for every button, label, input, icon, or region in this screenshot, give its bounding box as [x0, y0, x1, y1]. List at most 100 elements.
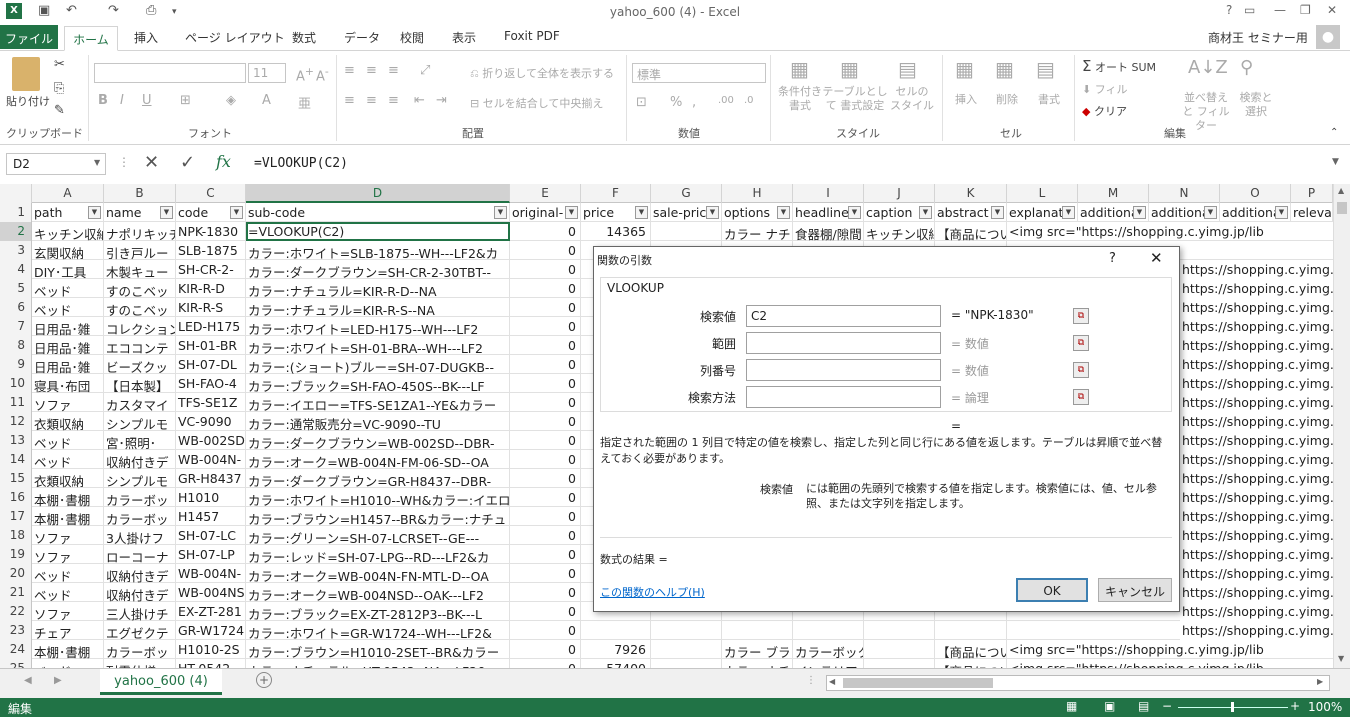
sheet-next-icon[interactable]: ▶ [54, 675, 62, 686]
cell-G[interactable] [651, 621, 722, 640]
cell-D[interactable]: カラー:ナチュラル=HT-0542--NA---LF2& [246, 659, 510, 668]
row-header[interactable]: 16 [0, 488, 32, 507]
cell-A[interactable]: チェア [32, 621, 104, 640]
cell-A[interactable]: 玄関収納 [32, 241, 104, 260]
cell-B[interactable]: ナポリキッチ [104, 222, 176, 241]
zoom-in-icon[interactable]: + [1290, 699, 1300, 713]
font-color-icon[interactable]: A [262, 93, 271, 108]
column-header-O[interactable]: O [1220, 184, 1291, 203]
cell-B[interactable]: 三人掛けチ [104, 602, 176, 621]
cell-E[interactable]: 0 [510, 526, 581, 545]
sort-filter-button[interactable]: 並べ替えと フィルター [1180, 91, 1232, 133]
cell-A[interactable]: ベッド [32, 564, 104, 583]
hscroll-thumb[interactable] [843, 678, 993, 688]
row-header[interactable]: 4 [0, 260, 32, 279]
row-header[interactable]: 2 [0, 222, 32, 241]
cell-L[interactable]: <img src="https://shopping.c.yimg.jp/lib [1007, 659, 1333, 668]
cell-E[interactable]: 0 [510, 488, 581, 507]
cell-C[interactable]: SH-07-LP [176, 545, 246, 564]
cell-E[interactable]: 0 [510, 317, 581, 336]
filter-dropdown-icon[interactable]: ▼ [1133, 206, 1146, 219]
header-cell-K[interactable]: abstract ▼ [935, 203, 1007, 222]
header-cell-C[interactable]: code ▼ [176, 203, 246, 222]
format-painter-icon[interactable]: ✎ [54, 103, 65, 118]
column-header-F[interactable]: F [581, 184, 651, 203]
row-header[interactable]: 24 [0, 640, 32, 659]
cell-E[interactable]: 0 [510, 545, 581, 564]
cell-partial-url[interactable]: https://shopping.c.yimg.jp/lib [1180, 374, 1333, 393]
filter-dropdown-icon[interactable]: ▼ [777, 206, 790, 219]
cell-D[interactable]: カラー:イエロー=TFS-SE1ZA1--YE&カラー [246, 393, 510, 412]
cell-E[interactable]: 0 [510, 659, 581, 668]
range-select-icon[interactable]: ⧉ [1073, 308, 1089, 324]
column-header-N[interactable]: N [1149, 184, 1220, 203]
cell-partial-url[interactable]: https://shopping.c.yimg.jp/lib [1180, 317, 1333, 336]
column-header-L[interactable]: L [1007, 184, 1078, 203]
row-header[interactable]: 25 [0, 659, 32, 668]
row-header[interactable]: 21 [0, 583, 32, 602]
cell-D[interactable]: カラー:ブラウン=H1457--BR&カラー:ナチュ [246, 507, 510, 526]
normal-view-icon[interactable]: ▦ [1066, 699, 1077, 713]
align-left-icon[interactable]: ≡ [344, 93, 355, 108]
row-header[interactable]: 13 [0, 431, 32, 450]
cell-L[interactable]: <img src="https://shopping.c.yimg.jp/lib [1007, 640, 1333, 659]
collapse-ribbon-icon[interactable]: ⌃ [1330, 127, 1338, 138]
filter-dropdown-icon[interactable]: ▼ [635, 206, 648, 219]
cell-D[interactable]: カラー:ブラック=SH-FAO-450S--BK---LF [246, 374, 510, 393]
cell-E[interactable]: 0 [510, 602, 581, 621]
user-name[interactable]: 商材王 セミナー用 [1208, 29, 1308, 46]
cell-J[interactable] [864, 621, 935, 640]
filter-dropdown-icon[interactable]: ▼ [88, 206, 101, 219]
cell-B[interactable]: すのこベッ [104, 298, 176, 317]
row-header[interactable]: 19 [0, 545, 32, 564]
cell-E[interactable]: 0 [510, 507, 581, 526]
cell-partial-url[interactable]: https://shopping.c.yimg.jp/lib [1180, 393, 1333, 412]
border-icon[interactable]: ⊞ [180, 93, 191, 108]
cell-D[interactable]: カラー:オーク=WB-004N-FM-06-SD--OA [246, 450, 510, 469]
tab-page-layout[interactable]: ページ レイアウト [185, 29, 285, 46]
cell-B[interactable]: エココンテ [104, 336, 176, 355]
currency-icon[interactable]: ⊡ [636, 95, 647, 110]
cell-C[interactable]: SLB-1875 [176, 241, 246, 260]
column-header-I[interactable]: I [793, 184, 864, 203]
argument-input[interactable]: ⧉ [746, 386, 1089, 408]
filter-dropdown-icon[interactable]: ▼ [991, 206, 1004, 219]
cell-E[interactable]: 0 [510, 583, 581, 602]
tab-insert[interactable]: 挿入 [134, 29, 158, 46]
argument-input[interactable]: ⧉ [746, 332, 1089, 354]
cell-D[interactable]: カラー:ホワイト=GR-W1724--WH---LF2& [246, 621, 510, 640]
scroll-thumb[interactable] [1337, 202, 1347, 214]
font-shrink-icon[interactable]: A- [316, 65, 329, 84]
cell-C[interactable]: NPK-1830 [176, 222, 246, 241]
cell-partial-url[interactable]: https://shopping.c.yimg.jp/lib [1180, 450, 1333, 469]
cell-B[interactable]: カラーボッ [104, 640, 176, 659]
ok-button[interactable]: OK [1016, 578, 1088, 602]
restore-icon[interactable]: ❐ [1300, 3, 1311, 17]
range-select-icon[interactable]: ⧉ [1073, 335, 1089, 351]
cell-partial-url[interactable]: https://shopping.c.yimg.jp/lib [1180, 260, 1333, 279]
cell-A[interactable]: ベッド [32, 450, 104, 469]
cell-C[interactable]: SH-07-DL [176, 355, 246, 374]
cell-C[interactable]: VC-9090 [176, 412, 246, 431]
cell-A[interactable]: ベッド [32, 659, 104, 668]
cell-partial-url[interactable]: https://shopping.c.yimg.jp/lib [1180, 279, 1333, 298]
tab-foxit-pdf[interactable]: Foxit PDF [504, 29, 560, 43]
cell-B[interactable]: エグゼクテ [104, 621, 176, 640]
cell-B[interactable]: 耐震仕様 [104, 659, 176, 668]
function-help-link[interactable]: この関数のヘルプ(H) [600, 584, 705, 600]
cell-A[interactable]: 日用品･雑 [32, 336, 104, 355]
cell-D[interactable]: カラー:ダークブラウン=WB-002SD--DBR- [246, 431, 510, 450]
cell-A[interactable]: 衣類収納 [32, 469, 104, 488]
cell-I[interactable] [793, 621, 864, 640]
new-sheet-icon[interactable]: + [256, 672, 272, 688]
font-grow-icon[interactable]: A+ [296, 65, 314, 84]
phonetic-icon[interactable]: 亜 [298, 93, 311, 112]
cell-I[interactable]: インテリア ベッド シングル 2段ベッ [793, 659, 864, 668]
cell-C[interactable]: GR-H8437 [176, 469, 246, 488]
cell-A[interactable]: キッチン収納 [32, 222, 104, 241]
column-header-D[interactable]: D [246, 184, 510, 203]
cell-L[interactable]: <img src="https://shopping.c.yimg.jp/lib [1007, 222, 1333, 241]
cell-F[interactable]: 14365 [581, 222, 651, 241]
cell-C[interactable]: WB-002SD [176, 431, 246, 450]
cell-C[interactable]: H1457 [176, 507, 246, 526]
